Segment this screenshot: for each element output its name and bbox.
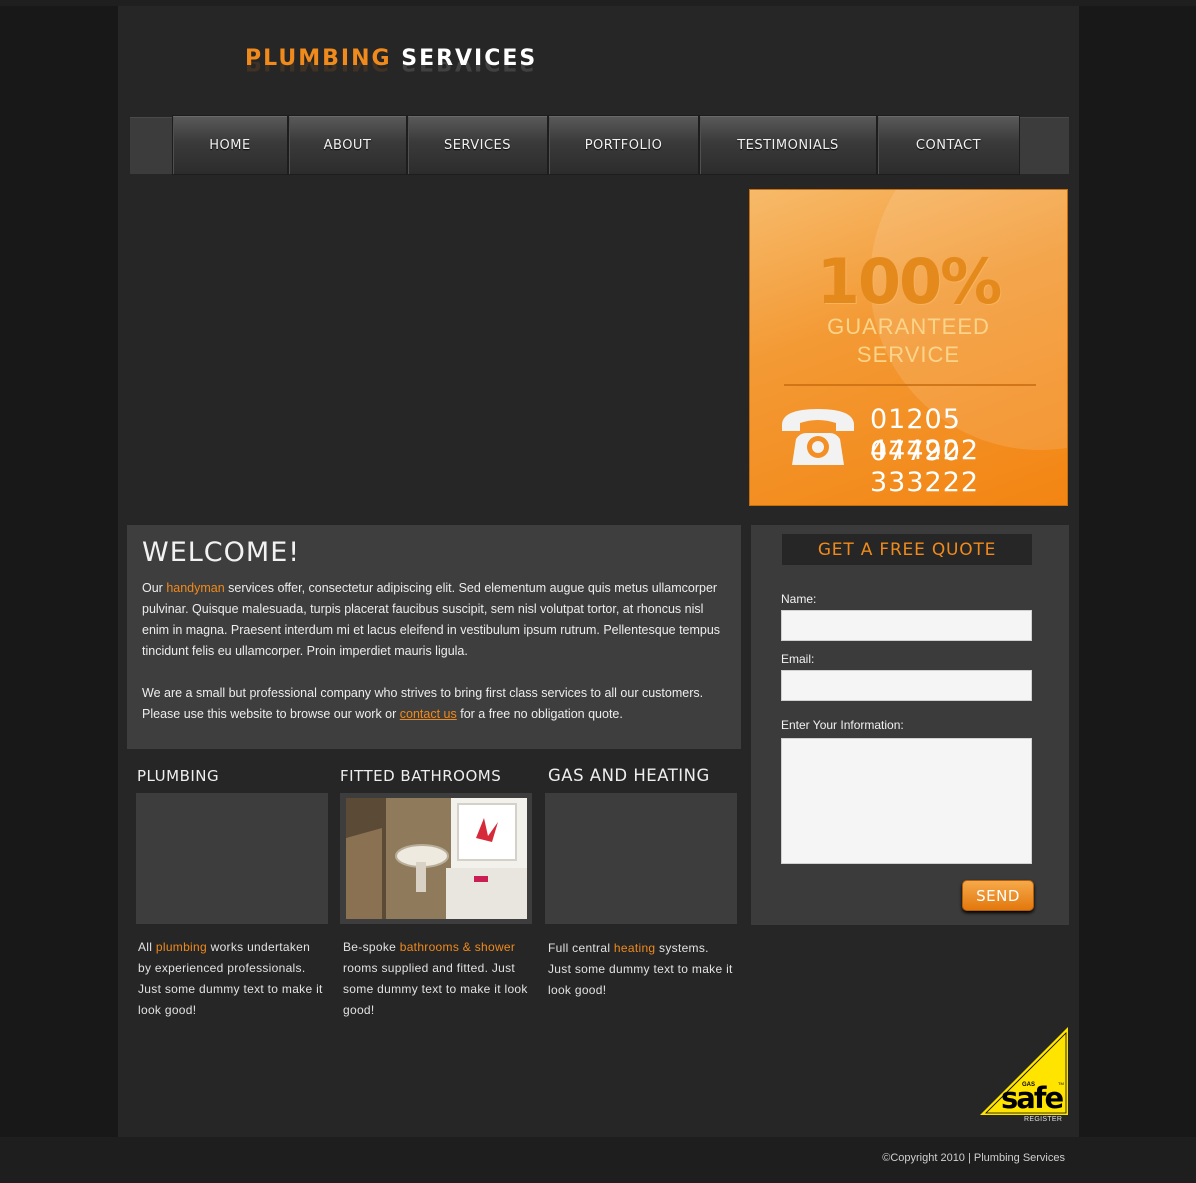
phone-number-2[interactable]: 07790 333222 <box>870 436 1067 498</box>
quote-form-panel: GET A FREE QUOTE Name: Email: Enter Your… <box>751 525 1069 925</box>
name-input[interactable] <box>781 610 1032 641</box>
nav-item-contact[interactable]: CONTACT <box>877 115 1020 175</box>
bathroom-photo-art <box>346 798 527 919</box>
plumbing-highlight: plumbing <box>155 940 207 954</box>
service-desc-plumbing: All plumbing works undertaken by experie… <box>138 940 323 1017</box>
main-navigation: HOME ABOUT SERVICES PORTFOLIO TESTIMONIA… <box>130 115 1069 175</box>
guarantee-line-1: GUARANTEED <box>827 314 990 339</box>
email-label: Email: <box>781 652 815 666</box>
guarantee-banner: 100% GUARANTEED SERVICE 01205 444222 077… <box>749 189 1068 506</box>
welcome-paragraph-2: We are a small but professional company … <box>142 686 704 721</box>
badge-register: REGISTER <box>1024 1116 1063 1123</box>
service-title-bathrooms: FITTED BATHROOMS <box>340 767 502 785</box>
handyman-highlight: handyman <box>166 581 225 595</box>
banner-divider <box>784 384 1036 386</box>
information-label: Enter Your Information: <box>781 718 904 732</box>
gas-safe-badge[interactable]: GAS TM safe REGISTER <box>980 1027 1068 1127</box>
nav-item-testimonials[interactable]: TESTIMONIALS <box>699 115 877 175</box>
nav-item-portfolio[interactable]: PORTFOLIO <box>548 115 699 175</box>
service-desc-heating: Full central heating systems. Just some … <box>548 941 733 997</box>
nav-item-home[interactable]: HOME <box>172 115 288 175</box>
service-title-plumbing: PLUMBING <box>137 767 220 785</box>
footer-copyright: ©Copyright 2010 | Plumbing Services <box>882 1152 1065 1164</box>
bathrooms-highlight: bathrooms & shower <box>399 940 516 954</box>
contact-us-link[interactable]: contact us <box>400 707 457 721</box>
send-button[interactable]: SEND <box>962 880 1034 911</box>
nav-item-services[interactable]: SERVICES <box>407 115 548 175</box>
welcome-paragraph-1: Our handyman services offer, consectetur… <box>142 581 721 658</box>
telephone-icon <box>782 409 854 465</box>
heating-image-placeholder[interactable] <box>545 793 737 924</box>
bathroom-image-frame[interactable] <box>340 793 532 924</box>
email-input[interactable] <box>781 670 1032 701</box>
footer: ©Copyright 2010 | Plumbing Services <box>0 1137 1196 1183</box>
information-textarea[interactable] <box>781 738 1032 864</box>
quote-form-title: GET A FREE QUOTE <box>782 534 1032 565</box>
guarantee-percent: 100% <box>816 245 1003 318</box>
welcome-heading: WELCOME! <box>142 537 301 568</box>
nav-item-about[interactable]: ABOUT <box>288 115 407 175</box>
welcome-text: Our handyman services offer, consectetur… <box>142 578 727 746</box>
welcome-panel: WELCOME! Our handyman services offer, co… <box>127 525 741 749</box>
service-desc-bathrooms: Be-spoke bathrooms & shower rooms suppli… <box>343 940 528 1017</box>
name-label: Name: <box>781 592 817 606</box>
page-container: PLUMBING SERVICES PLUMBING SERVICES HOME… <box>118 6 1079 1137</box>
bathroom-photo <box>346 798 527 919</box>
service-title-heating: GAS AND HEATING <box>548 766 710 785</box>
guarantee-line-2: SERVICE <box>856 342 961 367</box>
heating-highlight: heating <box>613 941 656 955</box>
logo-reflection: PLUMBING SERVICES <box>245 62 537 74</box>
badge-safe: safe <box>1001 1081 1064 1115</box>
plumbing-image-placeholder[interactable] <box>136 793 328 924</box>
